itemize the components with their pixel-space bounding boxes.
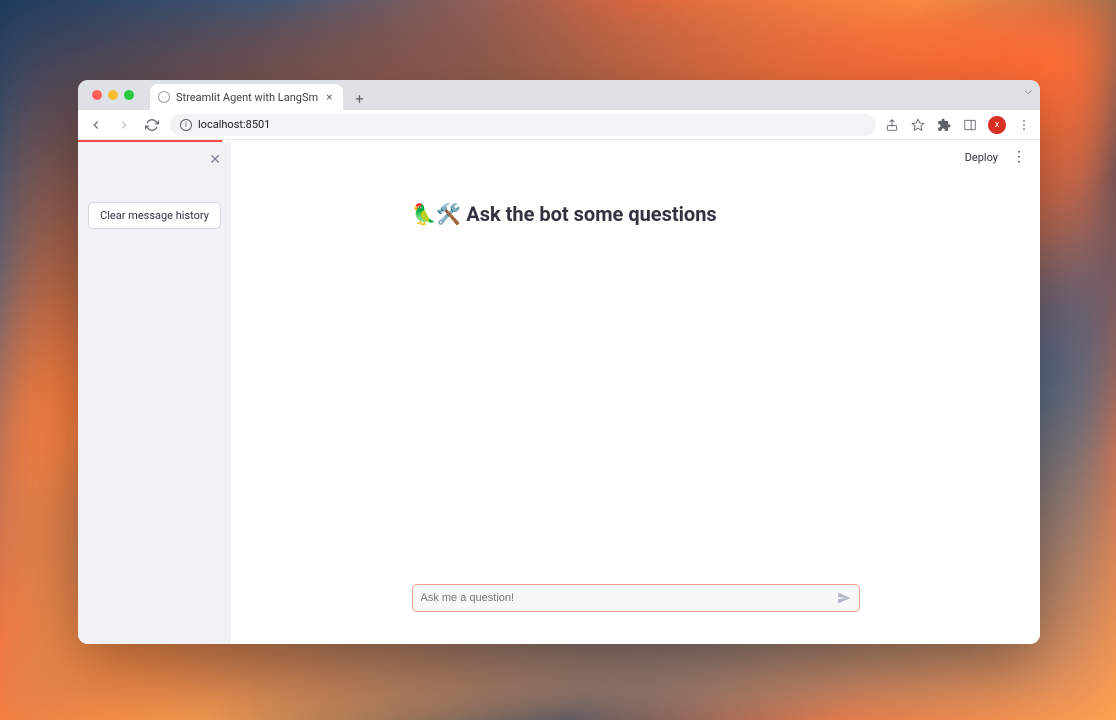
clear-history-button[interactable]: Clear message history [88, 202, 221, 229]
app-area: ✕ Clear message history Deploy ⋮ 🦜🛠️ Ask… [78, 142, 1040, 644]
browser-toolbar-icons: x [884, 116, 1032, 134]
url-text: localhost:8501 [198, 118, 270, 131]
content-body: 🦜🛠️ Ask the bot some questions [231, 172, 1040, 644]
site-info-icon[interactable]: i [180, 119, 192, 131]
browser-menu-icon[interactable] [1016, 117, 1032, 133]
browser-tab[interactable]: ◌ Streamlit Agent with LangSm × [150, 84, 343, 110]
window-controls [86, 80, 140, 110]
reload-button[interactable] [142, 115, 162, 135]
deploy-button[interactable]: Deploy [965, 151, 998, 164]
profile-avatar[interactable]: x [988, 116, 1006, 134]
browser-address-bar: i localhost:8501 x [78, 110, 1040, 140]
page-title: 🦜🛠️ Ask the bot some questions [412, 202, 860, 226]
app-menu-icon[interactable]: ⋮ [1010, 149, 1028, 165]
app-toolbar: Deploy ⋮ [231, 142, 1040, 172]
window-minimize-button[interactable] [108, 90, 118, 100]
tabs-dropdown-icon[interactable]: ⌵ [1024, 86, 1032, 97]
side-panel-icon[interactable] [962, 117, 978, 133]
tab-close-icon[interactable]: × [324, 90, 334, 104]
share-icon[interactable] [884, 117, 900, 133]
window-close-button[interactable] [92, 90, 102, 100]
chat-input[interactable] [412, 584, 860, 612]
sidebar: ✕ Clear message history [78, 142, 231, 644]
main-content: Deploy ⋮ 🦜🛠️ Ask the bot some questions [231, 142, 1040, 644]
send-button[interactable] [837, 591, 851, 605]
globe-icon: ◌ [158, 91, 170, 103]
chat-input-wrapper [412, 584, 860, 612]
browser-window: ◌ Streamlit Agent with LangSm × + ⌵ i lo… [78, 80, 1040, 644]
sidebar-close-icon[interactable]: ✕ [209, 152, 221, 168]
new-tab-button[interactable]: + [349, 88, 371, 110]
browser-tab-bar: ◌ Streamlit Agent with LangSm × + ⌵ [78, 80, 1040, 110]
bookmark-star-icon[interactable] [910, 117, 926, 133]
extensions-icon[interactable] [936, 117, 952, 133]
tab-title: Streamlit Agent with LangSm [176, 91, 318, 104]
url-field[interactable]: i localhost:8501 [170, 114, 876, 136]
forward-button[interactable] [114, 115, 134, 135]
back-button[interactable] [86, 115, 106, 135]
chat-text-field[interactable] [421, 592, 829, 604]
window-maximize-button[interactable] [124, 90, 134, 100]
